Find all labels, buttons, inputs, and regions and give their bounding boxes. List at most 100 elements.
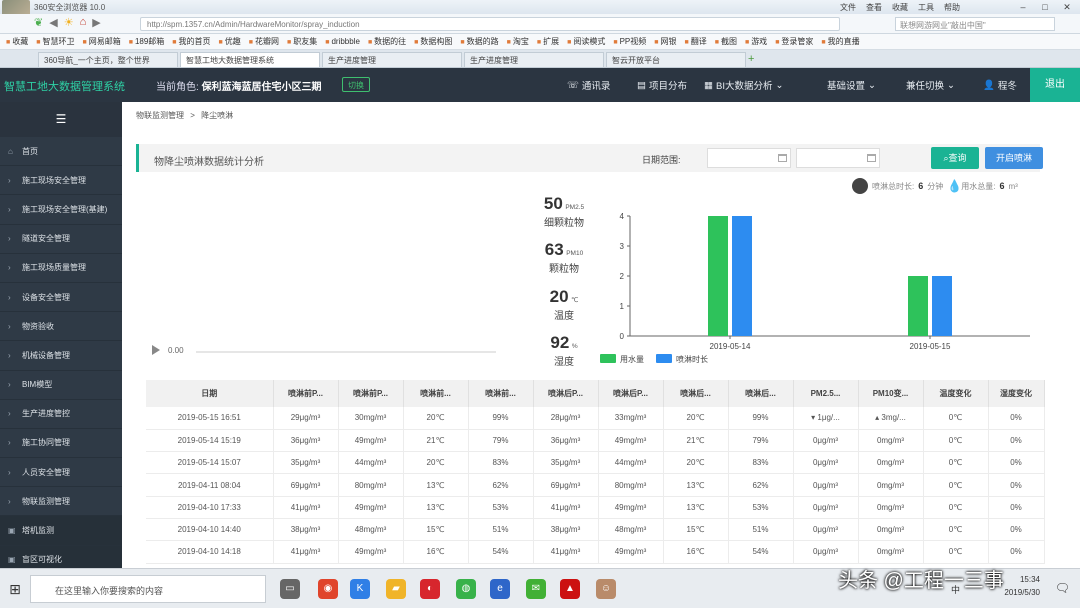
sidebar-item[interactable]: › 物联监测管理 [0,487,122,517]
sidebar-item[interactable]: › BIM模型 [0,371,122,400]
switch-role-button[interactable]: 切换 [342,77,370,92]
nav-user[interactable]: 👤 程冬 [983,78,1017,93]
back-icon[interactable]: ◀ [49,16,57,29]
menu-view[interactable]: 查看 [866,2,882,13]
bookmark-item[interactable]: 淘宝 [507,36,529,47]
bookmark-item[interactable]: 花瓣网 [249,36,279,47]
sidebar-item[interactable]: › 施工现场质量管理 [0,254,122,283]
bookmark-item[interactable]: 网易邮箱 [82,36,121,47]
browser-tab[interactable]: 智慧工地大数据管理系统 [180,52,320,67]
browser-tab[interactable]: 生产进度管理 [322,52,462,67]
sun-icon[interactable]: ☀ [64,16,74,29]
bookmark-item[interactable]: 数据构图 [414,36,452,47]
close-window-icon[interactable]: ✕ [1056,0,1078,14]
bookmark-item[interactable]: 职友集 [287,36,317,47]
bookmark-item[interactable]: 网银 [654,36,676,47]
breadcrumb-parent[interactable]: 物联监测管理 [136,111,184,120]
browser-tab[interactable]: 360导航_一个主页，整个世界 [38,52,178,67]
bookmark-item[interactable]: 优趣 [219,36,241,47]
sidebar-item[interactable]: › 生产进度管控 [0,400,122,429]
bookmark-item[interactable]: 数据的往 [368,36,406,47]
menu-file[interactable]: 文件 [840,2,856,13]
edge-icon[interactable]: e [490,579,510,599]
bookmark-item[interactable]: 截图 [715,36,737,47]
sidebar-item[interactable]: ▣ 盲区可视化 [0,545,122,568]
sidebar-item[interactable]: › 隧道安全管理 [0,225,122,254]
column-header[interactable]: 喷淋后P... [598,380,664,407]
sidebar-item[interactable]: › 人员安全管理 [0,458,122,488]
column-header[interactable]: 喷淋后P... [533,380,599,407]
column-header[interactable]: PM2.5... [793,380,859,407]
sidebar-item[interactable]: › 设备安全管理 [0,283,122,313]
bookmark-item[interactable]: 收藏 [6,36,28,47]
column-header[interactable]: 喷淋前... [403,380,469,407]
browser-360-icon[interactable]: ◉ [318,579,338,599]
table-row[interactable]: 2019-05-15 16:51 29μg/m³ 30mg/m³ 20℃ 99% 28μg… [146,407,1045,430]
sidebar-item[interactable]: ⌂ 首页 [0,137,122,167]
bookmark-item[interactable]: PP视频 [613,36,647,47]
kugou-icon[interactable]: K [350,579,370,599]
url-input[interactable]: http://spm.1357.cn/Admin/HardwareMonitor… [140,17,840,31]
table-row[interactable]: 2019-04-10 17:33 41μg/m³ 49mg/m³ 13℃ 53% 41μg… [146,496,1045,519]
nav-basic-settings[interactable]: 基础设置 ⌄ [827,78,876,93]
bookmark-item[interactable]: 我的首页 [172,36,211,47]
bookmark-item[interactable]: 游戏 [745,36,767,47]
calendar-icon[interactable] [778,154,787,162]
column-header[interactable]: 喷淋前P... [273,380,339,407]
home-icon[interactable]: ⌂ [80,16,87,29]
bookmark-item[interactable]: 扩展 [537,36,559,47]
app-red-icon[interactable]: ◐ [420,579,440,599]
sidebar-item[interactable]: › 物资验收 [0,312,122,342]
bookmark-item[interactable]: dribbble [325,37,359,46]
hamburger-icon[interactable]: ☰ [0,102,122,137]
nav-bi-analysis[interactable]: ▦ BI大数据分析 ⌄ [704,78,783,93]
table-row[interactable]: 2019-04-10 14:40 38μg/m³ 48mg/m³ 15℃ 51% 38μg… [146,518,1045,542]
nav-contacts[interactable]: ☏ 通讯录 [567,78,610,93]
new-tab-icon[interactable]: + [748,53,762,67]
sidebar-item[interactable]: › 施工协同管理 [0,429,122,459]
bookmark-item[interactable]: 数据的路 [460,36,499,47]
query-button[interactable]: ⌕查询 [931,147,979,169]
windows-start-icon[interactable]: ⊞ [0,569,30,608]
sidebar-item[interactable]: › 施工现场安全管理(基建) [0,195,122,225]
table-row[interactable]: 2019-04-11 08:04 69μg/m³ 80mg/m³ 13℃ 62% 69μg… [146,473,1045,497]
table-row[interactable]: 2019-04-10 14:18 41μg/m³ 49mg/m³ 16℃ 54% 41μg… [146,540,1045,564]
bookmark-item[interactable]: 智慧环卫 [36,36,74,47]
notification-icon[interactable]: 🗨 [1055,581,1070,595]
table-row[interactable]: 2019-05-14 15:07 35μg/m³ 44mg/m³ 20℃ 83% 35μg… [146,451,1045,475]
forward-icon[interactable]: ▶ [92,16,100,29]
menu-favorites[interactable]: 收藏 [892,2,908,13]
menu-help[interactable]: 帮助 [944,2,960,13]
task-view-icon[interactable]: ▭ [280,579,300,599]
column-header[interactable]: PM10变... [858,380,924,407]
browser-360se-icon[interactable]: ◍ [456,579,476,599]
taskbar-search-input[interactable]: 在这里输入你要搜索的内容 [30,575,266,603]
start-date-input[interactable] [707,148,791,168]
bookmark-item[interactable]: 阅读模式 [567,36,605,47]
nav-project-map[interactable]: ▤ 项目分布 [637,78,687,93]
start-spray-button[interactable]: 开启喷淋 [985,147,1043,169]
audio-progress-track[interactable] [196,351,496,353]
browser-search-input[interactable]: 联想网游网业"敲出中国" [895,17,1055,31]
bookmark-item[interactable]: 189邮箱 [129,36,164,47]
minimize-icon[interactable]: – [1012,0,1034,14]
sidebar-item[interactable]: › 机械设备管理 [0,341,122,371]
wechat-icon[interactable]: ✉ [526,579,546,599]
end-date-input[interactable] [796,148,880,168]
logout-button[interactable]: 退出 [1030,68,1080,102]
column-header[interactable]: 温度变化 [923,380,989,407]
column-header[interactable]: 湿度变化 [988,380,1045,407]
column-header[interactable]: 喷淋前P... [338,380,404,407]
calendar-icon[interactable] [867,154,876,162]
nav-role-switch[interactable]: 兼任切换 ⌄ [906,78,955,93]
column-header[interactable]: 喷淋后... [728,380,794,407]
leaf-icon[interactable]: ❦ [34,16,43,29]
column-header[interactable]: 喷淋前... [468,380,534,407]
column-header[interactable]: 喷淋后... [663,380,729,407]
sidebar-item[interactable]: › 施工现场安全管理 [0,166,122,196]
folder-icon[interactable]: ▰ [386,579,406,599]
browser-tab[interactable]: 智云开放平台 [606,52,746,67]
bookmark-item[interactable]: 翻译 [684,36,707,47]
browser-tab[interactable]: 生产进度管理 [464,52,604,67]
column-header[interactable]: 日期 [146,380,274,407]
